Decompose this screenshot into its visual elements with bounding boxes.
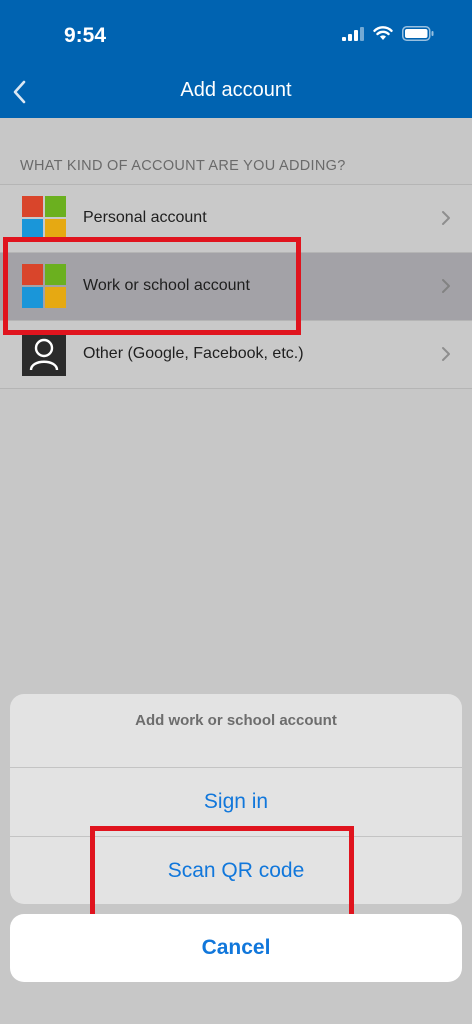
- chevron-right-icon: [442, 347, 450, 361]
- status-bar: 9:54: [0, 0, 472, 70]
- cellular-signal-icon: [342, 26, 364, 41]
- status-time: 9:54: [64, 24, 107, 47]
- person-icon: [22, 332, 66, 376]
- nav-bar: Add account: [0, 70, 472, 116]
- wifi-icon: [373, 26, 393, 40]
- action-sheet-title: Add work or school account: [135, 712, 337, 729]
- list-item-label: Other (Google, Facebook, etc.): [83, 345, 304, 362]
- page-title: Add account: [180, 79, 292, 101]
- list-item-label: Personal account: [83, 209, 207, 226]
- cancel-button[interactable]: Cancel: [10, 914, 462, 982]
- section-label: WHAT KIND OF ACCOUNT ARE YOU ADDING?: [20, 158, 346, 174]
- status-icons: [342, 26, 434, 41]
- highlight-box-work-account: [3, 237, 301, 335]
- battery-icon: [402, 26, 434, 41]
- app-header: 9:54 Add account: [0, 0, 472, 118]
- chevron-right-icon: [442, 211, 450, 225]
- microsoft-logo-icon: [22, 196, 66, 240]
- chevron-right-icon: [442, 279, 450, 293]
- highlight-box-scan-qr: [90, 826, 354, 920]
